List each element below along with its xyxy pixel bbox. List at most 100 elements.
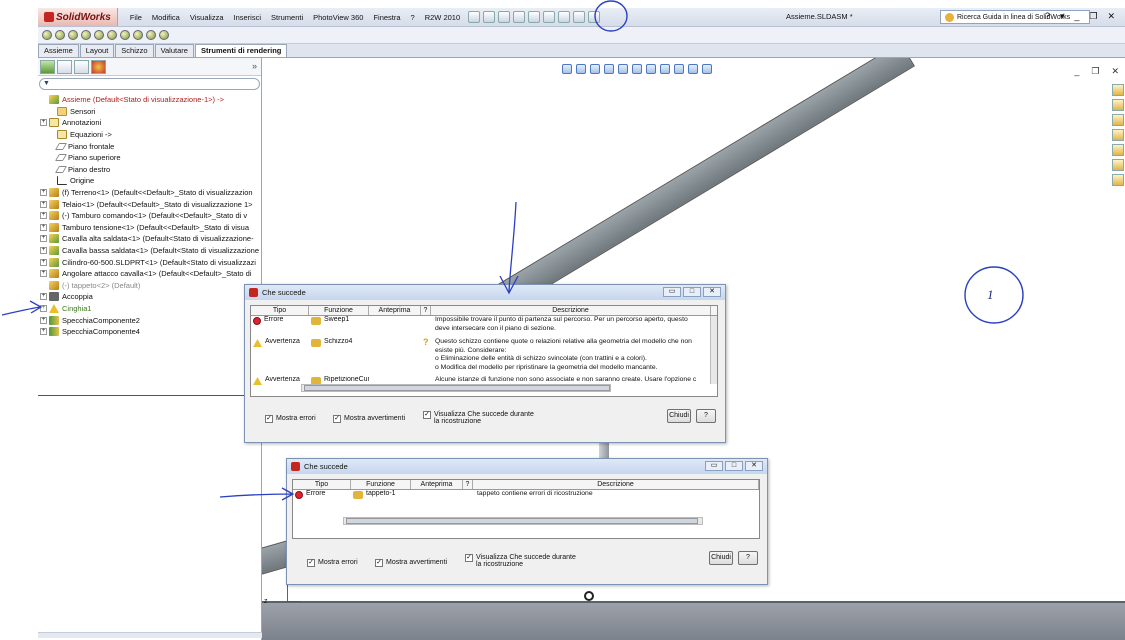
tree-node[interactable]: + SpecchiaComponente4 bbox=[38, 326, 262, 338]
light-icon[interactable] bbox=[107, 30, 117, 40]
dialog-1-show-during-rebuild[interactable]: ✓ Visualizza Che succede durante la rico… bbox=[423, 411, 534, 425]
dialog-2-titlebar[interactable]: Che succede ▭ □ ✕ bbox=[287, 459, 767, 474]
property-manager-tab-icon[interactable] bbox=[57, 59, 72, 74]
tree-expand-toggle[interactable]: + bbox=[40, 270, 47, 278]
solidworks-logo[interactable]: SolidWorks bbox=[38, 8, 118, 26]
final-render-icon[interactable] bbox=[133, 30, 143, 40]
previous-view-icon[interactable] bbox=[590, 64, 600, 74]
scene-editor-icon[interactable] bbox=[159, 30, 169, 40]
column-header[interactable]: Funzione bbox=[351, 480, 411, 489]
menu-item[interactable]: R2W 2010 bbox=[425, 13, 460, 22]
command-tab[interactable]: Valutare bbox=[154, 44, 194, 57]
scrollbar-thumb[interactable] bbox=[304, 385, 610, 391]
appearances-icon[interactable] bbox=[1112, 159, 1124, 171]
tree-node[interactable]: Assieme (Default<Stato di visualizzazion… bbox=[38, 94, 262, 106]
dialog-2-minimize-icon[interactable]: ▭ bbox=[705, 461, 723, 471]
search-icon[interactable] bbox=[1112, 129, 1124, 141]
menu-item[interactable]: ? bbox=[411, 13, 415, 22]
dialog-2-maximize-icon[interactable]: □ bbox=[725, 461, 743, 471]
dialog-1-maximize-icon[interactable]: □ bbox=[683, 287, 701, 297]
custom-properties-icon[interactable] bbox=[1112, 174, 1124, 186]
minimize-viewport-icon[interactable]: _ bbox=[1074, 66, 1079, 77]
tree-node[interactable]: + (-) Tamburo comando<1> (Default<<Defaul… bbox=[38, 210, 262, 222]
tree-node[interactable]: + Tamburo tensione<1> (Default<<Default>_… bbox=[38, 222, 262, 234]
tree-node[interactable]: Piano destro bbox=[38, 164, 262, 176]
tree-expand-toggle[interactable]: + bbox=[40, 258, 47, 266]
dialog-1-help-button[interactable]: ? bbox=[696, 409, 716, 423]
tree-expand-toggle[interactable]: + bbox=[40, 316, 47, 324]
tree-node[interactable]: Equazioni -> bbox=[38, 129, 262, 141]
print-icon[interactable] bbox=[528, 11, 541, 23]
tree-expand-toggle[interactable]: + bbox=[40, 189, 47, 197]
tree-node[interactable]: Origine bbox=[38, 175, 262, 187]
window-control-button[interactable]: ▾ bbox=[1060, 11, 1065, 22]
column-header[interactable]: Funzione bbox=[309, 306, 369, 315]
tree-node[interactable]: + Cinghia1 bbox=[38, 303, 262, 315]
tree-node[interactable]: Piano superiore bbox=[38, 152, 262, 164]
feature-tree-tab-icon[interactable] bbox=[40, 59, 55, 74]
message-row[interactable]: Errore tappeto-1 tappeto contiene errori d… bbox=[293, 490, 759, 512]
display-style-icon[interactable] bbox=[646, 64, 656, 74]
column-header[interactable]: Anteprima bbox=[411, 480, 463, 489]
column-header[interactable]: Tipo bbox=[251, 306, 309, 315]
message-row[interactable]: Avvertenza Schizzo4? Questo schizzo contie… bbox=[251, 338, 717, 376]
resources-icon[interactable] bbox=[1112, 84, 1124, 96]
tree-node[interactable]: + Cavalla bassa saldata<1> (Default<Stato… bbox=[38, 245, 262, 257]
configuration-manager-tab-icon[interactable] bbox=[74, 59, 89, 74]
tree-expand-toggle[interactable]: + bbox=[40, 304, 47, 312]
appearance-icon[interactable] bbox=[68, 30, 78, 40]
undo-icon[interactable] bbox=[543, 11, 556, 23]
restore-viewport-icon[interactable]: ❐ bbox=[1091, 66, 1099, 77]
tree-expand-toggle[interactable]: + bbox=[40, 235, 47, 243]
view-settings-icon[interactable] bbox=[702, 64, 712, 74]
save-icon[interactable] bbox=[513, 11, 526, 23]
dialog-2-help-button[interactable]: ? bbox=[738, 551, 758, 565]
command-tab[interactable]: Layout bbox=[79, 44, 115, 57]
apply-scene-icon[interactable] bbox=[688, 64, 698, 74]
vertical-scrollbar[interactable] bbox=[710, 316, 717, 384]
tree-expand-toggle[interactable]: + bbox=[40, 223, 47, 231]
show-during-rebuild-checkbox[interactable]: ✓ bbox=[423, 411, 431, 419]
tree-expand-toggle[interactable]: + bbox=[40, 247, 47, 255]
dialog-1-close-button[interactable]: Chiudi bbox=[667, 409, 691, 423]
decal-icon[interactable] bbox=[81, 30, 91, 40]
feature-tree-scrollbar[interactable] bbox=[38, 632, 262, 638]
design-library-icon[interactable] bbox=[1112, 99, 1124, 111]
dialog-2-show-errors[interactable]: ✓ Mostra errori bbox=[307, 559, 358, 567]
horizontal-scrollbar[interactable] bbox=[343, 517, 703, 525]
dialog-2-show-warnings[interactable]: ✓ Mostra avvertimenti bbox=[375, 559, 447, 567]
edit-appearance-icon[interactable] bbox=[674, 64, 684, 74]
tree-expand-toggle[interactable]: + bbox=[40, 212, 47, 220]
open-folder-icon[interactable] bbox=[498, 11, 511, 23]
command-tab[interactable]: Strumenti di rendering bbox=[194, 44, 288, 57]
render-icon[interactable] bbox=[42, 30, 52, 40]
column-header[interactable]: Anteprima bbox=[369, 306, 421, 315]
tree-node[interactable]: + Cilindro-60-500.SLDPRT<1> (Default<Stat… bbox=[38, 256, 262, 268]
display-manager-tab-icon[interactable] bbox=[91, 59, 106, 74]
show-errors-checkbox[interactable]: ✓ bbox=[307, 559, 315, 567]
dialog-1-minimize-icon[interactable]: ▭ bbox=[663, 287, 681, 297]
command-tab[interactable]: Assieme bbox=[38, 44, 79, 57]
menu-item[interactable]: Inserisci bbox=[234, 13, 262, 22]
tree-node[interactable]: Piano frontale bbox=[38, 140, 262, 152]
view-palette-icon[interactable] bbox=[1112, 144, 1124, 156]
window-control-button[interactable]: ❐ bbox=[1089, 11, 1097, 22]
show-during-rebuild-checkbox[interactable]: ✓ bbox=[465, 554, 473, 562]
window-control-button[interactable]: ? bbox=[1045, 11, 1050, 22]
column-header[interactable]: ? bbox=[463, 480, 473, 489]
dialog-1-show-errors[interactable]: ✓ Mostra errori bbox=[265, 415, 316, 423]
file-properties-icon[interactable] bbox=[588, 11, 601, 23]
options-render-icon[interactable] bbox=[146, 30, 156, 40]
menu-item[interactable]: File bbox=[130, 13, 142, 22]
scrollbar-thumb[interactable] bbox=[346, 518, 698, 524]
tree-node[interactable]: (-) tappeto<2> (Default) bbox=[38, 280, 262, 292]
tree-node[interactable]: + (f) Terreno<1> (Default<<Default>_Stato… bbox=[38, 187, 262, 199]
show-errors-checkbox[interactable]: ✓ bbox=[265, 415, 273, 423]
tree-node[interactable]: Sensori bbox=[38, 106, 262, 118]
options-icon[interactable] bbox=[468, 11, 481, 23]
dialog-1-titlebar[interactable]: Che succede ▭ □ ✕ bbox=[245, 285, 725, 300]
tree-node[interactable]: + Cavalla alta saldata<1> (Default<Stato … bbox=[38, 233, 262, 245]
tree-node[interactable]: + Annotazioni bbox=[38, 117, 262, 129]
tree-node[interactable]: + Angolare attacco cavalla<1> (Default<<D… bbox=[38, 268, 262, 280]
tree-expand-toggle[interactable]: + bbox=[40, 328, 47, 336]
